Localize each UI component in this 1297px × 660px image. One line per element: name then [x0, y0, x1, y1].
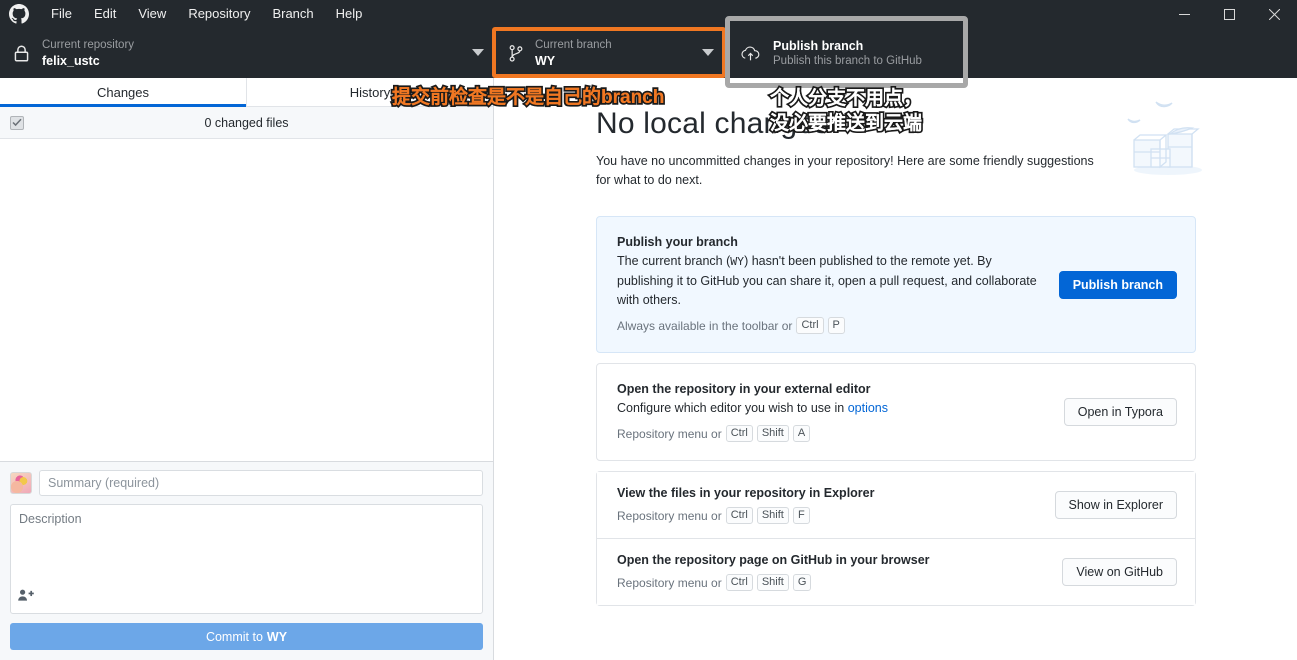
menu-item-help[interactable]: Help: [325, 0, 374, 28]
card-title: Publish your branch: [617, 235, 738, 249]
branch-name: WY: [535, 53, 556, 68]
page-subtitle: You have no uncommitted changes in your …: [596, 154, 1094, 187]
commit-description-box: [10, 504, 483, 614]
branch-label: Current branch: [535, 38, 612, 51]
card-footer: Repository menu or Ctrl Shift A: [617, 425, 1044, 442]
git-branch-icon: [507, 44, 525, 62]
publish-branch-title: Publish branch: [773, 38, 864, 53]
repository-label: Current repository: [42, 38, 135, 51]
github-logo-icon: [8, 3, 30, 25]
chevron-down-icon: [702, 44, 714, 62]
open-in-editor-button[interactable]: Open in Typora: [1063, 398, 1177, 426]
minimize-icon[interactable]: [1162, 0, 1207, 28]
card-foot-text: Always available in the toolbar or: [617, 318, 793, 333]
changed-files-header: 0 changed files: [0, 107, 493, 139]
card-show-in-explorer: View the files in your repository in Exp…: [597, 472, 1195, 538]
card-foot-text: Repository menu or: [617, 426, 722, 441]
changed-files-count: 0 changed files: [204, 115, 289, 130]
card-desc-branch: WY: [730, 256, 745, 269]
tab-history[interactable]: History: [246, 78, 493, 106]
menu-bar: File Edit View Repository Branch Help: [40, 0, 373, 28]
menu-item-view[interactable]: View: [127, 0, 177, 28]
publish-branch-card-button[interactable]: Publish branch: [1058, 270, 1177, 299]
shortcut-key: Ctrl: [725, 507, 753, 524]
card-footer: Always available in the toolbar or Ctrl …: [617, 317, 1039, 334]
tab-changes-label: Changes: [96, 84, 150, 100]
commit-summary-input[interactable]: [39, 470, 483, 496]
branch-selector[interactable]: Current branch WY: [495, 28, 725, 78]
show-in-explorer-button[interactable]: Show in Explorer: [1054, 491, 1177, 519]
file-list: [0, 139, 493, 461]
shortcut-key: P: [827, 317, 845, 334]
tab-changes[interactable]: Changes: [0, 78, 246, 107]
card-footer: Repository menu or Ctrl Shift F: [617, 507, 1035, 524]
card-foot-text: Repository menu or: [617, 508, 722, 523]
menu-item-repository[interactable]: Repository: [177, 0, 261, 28]
main-content: No local changes You have no uncommitted…: [495, 78, 1297, 660]
publish-branch-subtitle: Publish this branch to GitHub: [773, 54, 922, 67]
card-description: The current branch (WY) hasn't been publ…: [617, 252, 1039, 310]
options-link[interactable]: options: [848, 401, 888, 415]
boxes-and-birds-illustration: [1118, 90, 1214, 183]
card-foot-text: Repository menu or: [617, 575, 722, 590]
shortcut-key: G: [792, 574, 812, 591]
card-title: Open the repository page on GitHub in yo…: [617, 553, 930, 567]
card-view-on-github: Open the repository page on GitHub in yo…: [597, 538, 1195, 605]
suggestion-cards: Publish your branch The current branch (…: [596, 216, 1196, 606]
menu-item-file[interactable]: File: [40, 0, 83, 28]
view-on-github-button[interactable]: View on GitHub: [1062, 558, 1177, 586]
shortcut-key: Shift: [756, 425, 789, 442]
card-desc-before: Configure which editor you wish to use i…: [617, 401, 848, 415]
chevron-down-icon: [472, 44, 484, 62]
summary-row: [10, 470, 483, 496]
maximize-icon[interactable]: [1207, 0, 1252, 28]
toolbar: Current repository felix_ustc Current br…: [0, 28, 1297, 78]
cloud-upload-icon: [739, 45, 761, 62]
shortcut-key: A: [792, 425, 811, 442]
sidebar: Changes History 0 changed files Summary …: [0, 78, 494, 660]
commit-button-branch: WY: [266, 629, 288, 644]
lock-icon: [12, 44, 30, 62]
card-desc-before: The current branch (: [617, 254, 731, 268]
commit-button-prefix: Commit to: [205, 629, 263, 644]
shortcut-key: F: [792, 507, 810, 524]
repository-name: felix_ustc: [42, 53, 100, 68]
window-controls: [1162, 0, 1297, 28]
commit-area: Commit to WY: [0, 461, 493, 660]
publish-branch-button[interactable]: Publish branch Publish this branch to Gi…: [725, 28, 960, 78]
repository-selector[interactable]: Current repository felix_ustc: [0, 28, 495, 78]
commit-button[interactable]: Commit to WY: [10, 623, 483, 650]
card-title: View the files in your repository in Exp…: [617, 486, 875, 500]
avatar: [10, 472, 32, 494]
shortcut-key: Ctrl: [725, 574, 753, 591]
title-bar: File Edit View Repository Branch Help: [0, 0, 1297, 28]
sidebar-tabs: Changes History: [0, 78, 493, 107]
close-icon[interactable]: [1252, 0, 1297, 28]
menu-item-edit[interactable]: Edit: [83, 0, 127, 28]
person-add-icon[interactable]: [18, 589, 34, 607]
tab-history-label: History: [349, 84, 391, 100]
menu-item-branch[interactable]: Branch: [261, 0, 324, 28]
shortcut-key: Ctrl: [725, 425, 753, 442]
github-desktop-window: File Edit View Repository Branch Help Cu…: [0, 0, 1297, 660]
shortcut-key: Ctrl: [796, 317, 824, 334]
commit-description-input[interactable]: [11, 505, 482, 613]
shortcut-key: Shift: [756, 574, 789, 591]
card-publish-branch: Publish your branch The current branch (…: [596, 216, 1196, 353]
card-footer: Repository menu or Ctrl Shift G: [617, 574, 1042, 591]
card-description: Configure which editor you wish to use i…: [617, 399, 1044, 418]
card-open-external-editor: Open the repository in your external edi…: [596, 363, 1196, 461]
shortcut-key: Shift: [756, 507, 789, 524]
card-group: View the files in your repository in Exp…: [596, 471, 1196, 606]
card-title: Open the repository in your external edi…: [617, 382, 871, 396]
